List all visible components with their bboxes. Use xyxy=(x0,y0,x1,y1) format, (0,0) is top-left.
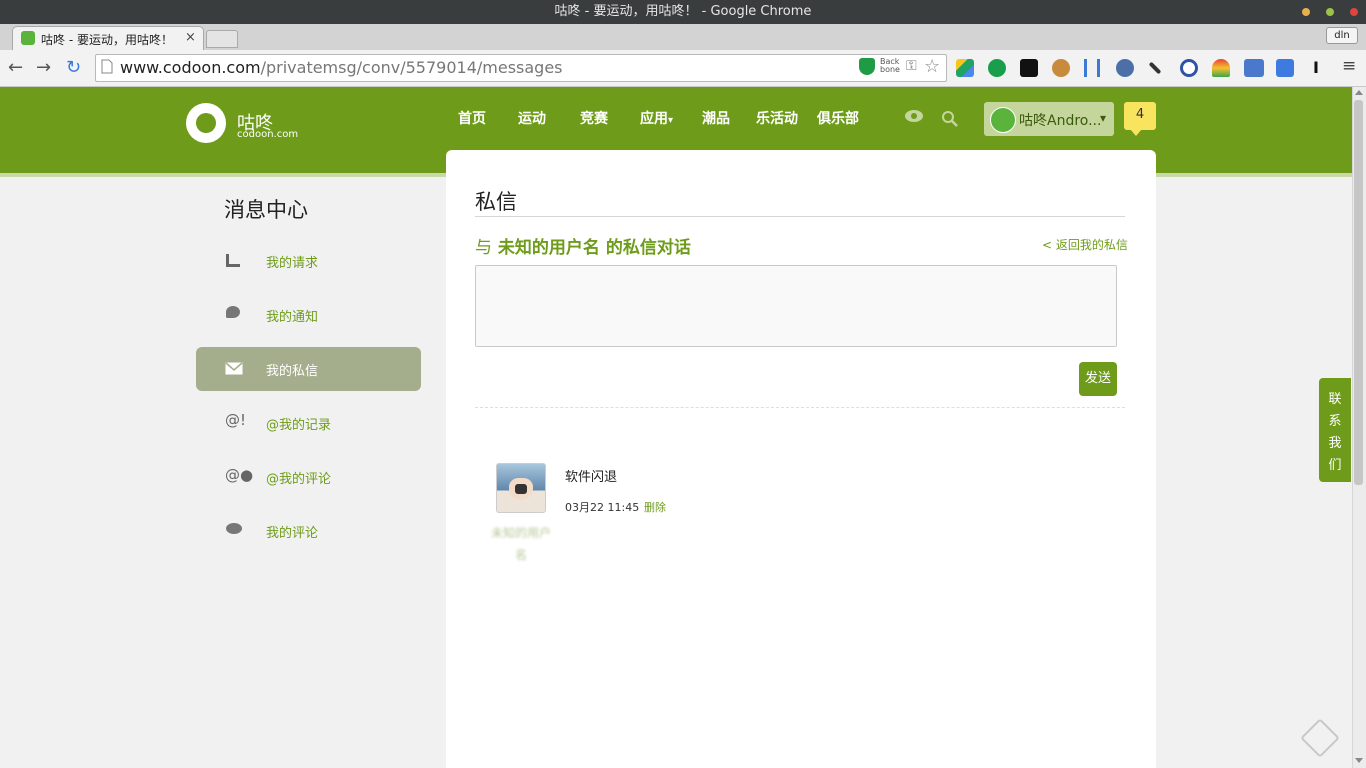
window-title-bar: 咕咚 - 要运动，用咕咚！ - Google Chrome xyxy=(0,0,1366,24)
calendar-extension-icon[interactable] xyxy=(1244,59,1264,77)
feedback-icon[interactable] xyxy=(1300,718,1340,758)
shield-extension-icon[interactable] xyxy=(859,58,875,75)
sender-name[interactable]: 未知的用户名 xyxy=(486,522,556,566)
sidebar-item-label: @我的记录 xyxy=(266,418,332,433)
nav-sport[interactable]: 运动 xyxy=(518,108,546,128)
send-button[interactable]: 发送 xyxy=(1079,362,1117,396)
minimize-icon[interactable] xyxy=(1302,8,1310,16)
nav-home[interactable]: 首页 xyxy=(458,108,486,128)
tab-strip xyxy=(0,24,1366,50)
message-input[interactable] xyxy=(475,265,1117,347)
notification-badge-tail xyxy=(1130,129,1142,136)
user-name: 咕咚Andro... xyxy=(1019,113,1102,129)
reload-icon[interactable]: ↻ xyxy=(66,57,81,78)
sidebar-item-at-records[interactable]: @! @我的记录 xyxy=(196,401,421,445)
window-title: 咕咚 - 要运动，用咕咚！ - Google Chrome xyxy=(554,4,812,19)
back-arrow-icon[interactable]: ← xyxy=(8,57,23,78)
i-extension-icon[interactable]: I xyxy=(1313,58,1319,77)
nav-trend[interactable]: 潮品 xyxy=(702,108,730,128)
mail-icon xyxy=(225,362,243,375)
backbone-extension-icon[interactable]: Back bone xyxy=(880,58,902,74)
scrollbar-thumb[interactable] xyxy=(1354,100,1363,485)
sidebar-item-label: 我的通知 xyxy=(266,310,319,325)
url-host: www.codoon.com xyxy=(120,58,261,77)
cookie-extension-icon[interactable] xyxy=(1052,59,1070,77)
page-title: 私信 xyxy=(475,190,517,214)
maximize-icon[interactable] xyxy=(1326,8,1334,16)
dashed-divider xyxy=(475,407,1125,408)
scroll-up-arrow-icon[interactable] xyxy=(1355,90,1363,95)
contact-char: 联 xyxy=(1328,392,1342,407)
profile-button[interactable]: dln xyxy=(1326,27,1358,44)
sidebar-item-notifications[interactable]: 我的通知 xyxy=(196,293,421,337)
d-extension-icon[interactable] xyxy=(988,59,1006,77)
conversation-user-link[interactable]: 未知的用户名 xyxy=(498,238,600,258)
nav-clubs[interactable]: 俱乐部 xyxy=(817,108,859,128)
c-extension-icon[interactable] xyxy=(1180,59,1198,77)
nav-apps-label: 应用 xyxy=(640,111,668,127)
title-divider xyxy=(475,216,1125,217)
scroll-down-arrow-icon[interactable] xyxy=(1355,758,1363,763)
nav-events[interactable]: 乐活动 xyxy=(756,108,798,128)
sidebar-item-label: @我的评论 xyxy=(266,472,332,487)
sender-avatar[interactable] xyxy=(496,463,546,513)
nav-apps[interactable]: 应用▾ xyxy=(640,108,673,128)
notification-icon xyxy=(226,306,240,318)
chevron-down-icon: ▾ xyxy=(1100,111,1107,125)
sidebar-item-label: 我的请求 xyxy=(266,256,319,271)
contact-char: 我 xyxy=(1328,436,1342,451)
forward-arrow-icon[interactable]: → xyxy=(36,57,51,78)
sidebar-title: 消息中心 xyxy=(224,198,308,222)
url-text[interactable]: www.codoon.com/privatemsg/conv/5579014/m… xyxy=(120,58,563,77)
message-time: 03月22 11:45 xyxy=(565,501,640,514)
codoon-logo-inner xyxy=(196,113,216,133)
logo-domain: codoon.com xyxy=(237,129,299,140)
at-record-icon: @! xyxy=(225,411,247,429)
tab-title: 咕咚 - 要运动，用咕咚！ xyxy=(41,33,173,47)
nav-match[interactable]: 竞赛 xyxy=(580,108,608,128)
globe-extension-icon[interactable] xyxy=(1116,59,1134,77)
page-icon xyxy=(101,59,113,74)
translate-extension-icon[interactable] xyxy=(1276,59,1294,77)
conversation-suffix: 的私信对话 xyxy=(605,238,691,258)
sidebar-item-at-comments[interactable]: @● @我的评论 xyxy=(196,455,421,499)
drive-extension-icon[interactable] xyxy=(956,59,974,77)
request-icon xyxy=(226,254,240,267)
user-avatar xyxy=(990,107,1016,133)
rainbow-extension-icon[interactable] xyxy=(1212,59,1230,77)
delete-message-link[interactable]: 删除 xyxy=(644,499,666,515)
contact-char: 们 xyxy=(1328,458,1342,473)
search-icon[interactable] xyxy=(941,110,959,128)
contact-char: 系 xyxy=(1328,414,1342,429)
at-comment-icon: @● xyxy=(225,466,254,484)
codoon-favicon-icon xyxy=(21,31,35,45)
contact-us-tab[interactable]: 联 系 我 们 xyxy=(1319,378,1351,482)
comment-icon xyxy=(226,523,242,534)
menu-icon[interactable]: ≡ xyxy=(1342,56,1356,76)
sidebar-item-comments[interactable]: 我的评论 xyxy=(196,509,421,553)
back-to-messages-link[interactable]: < 返回我的私信 xyxy=(1042,236,1128,253)
window-close-icon[interactable] xyxy=(1350,8,1358,16)
pause-extension-icon[interactable] xyxy=(1084,59,1100,77)
sidebar-item-label: 我的评论 xyxy=(266,526,319,541)
key-icon[interactable]: ⚿ xyxy=(906,58,917,74)
new-tab-button[interactable] xyxy=(206,30,238,48)
sidebar-item-messages[interactable]: 我的私信 xyxy=(196,347,421,391)
url-path: /privatemsg/conv/5579014/messages xyxy=(260,58,563,77)
nav-apps-caret-icon: ▾ xyxy=(668,115,674,126)
sidebar-item-label: 我的私信 xyxy=(266,364,319,379)
conversation-prefix: 与 xyxy=(475,238,492,258)
sidebar-item-requests[interactable]: 我的请求 xyxy=(196,239,421,283)
conversation-title: 与 未知的用户名 的私信对话 xyxy=(475,233,691,258)
message-text: 软件闪退 xyxy=(565,470,618,485)
tab-close-icon[interactable]: × xyxy=(185,30,196,45)
eye-pupil xyxy=(911,113,917,119)
avatar-hand xyxy=(515,484,527,494)
bookmark-star-icon[interactable]: ☆ xyxy=(924,56,940,77)
mask-extension-icon[interactable] xyxy=(1020,59,1038,77)
browser-tab[interactable]: 咕咚 - 要运动，用咕咚！ × xyxy=(12,26,204,51)
notification-badge[interactable]: 4 xyxy=(1124,102,1156,130)
